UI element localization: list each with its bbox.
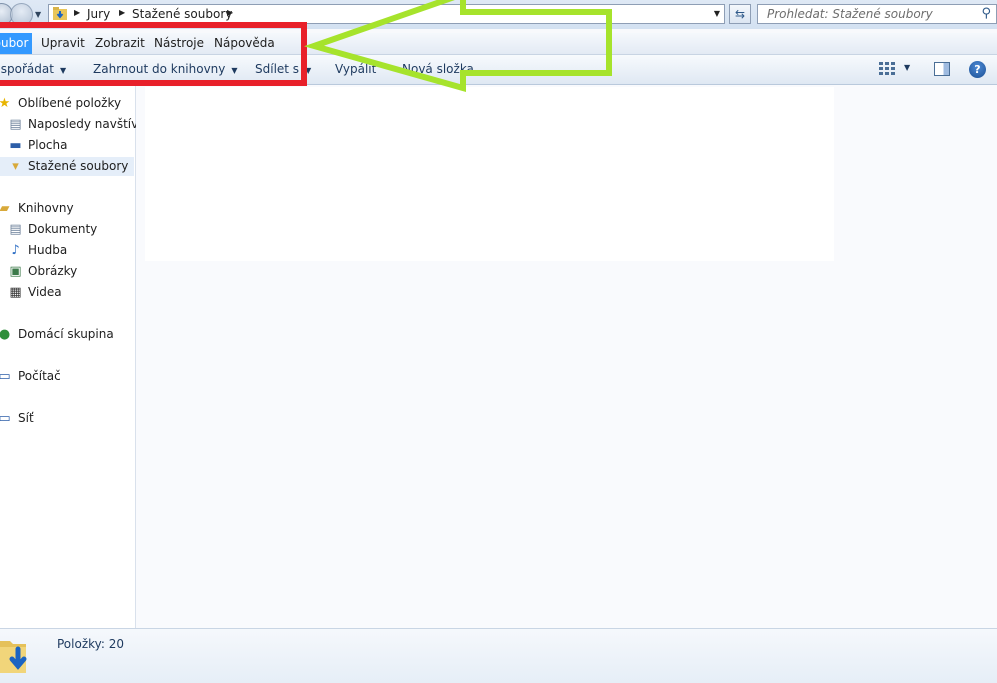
file-list-area[interactable] — [136, 85, 997, 628]
nav-videos-label: Videa — [28, 285, 62, 299]
star-icon: ★ — [0, 96, 11, 111]
network-icon: ▭ — [0, 411, 11, 426]
recent-places-icon: ▤ — [9, 117, 22, 132]
nav-documents[interactable]: ▤ Dokumenty — [0, 220, 135, 239]
nav-pictures-label: Obrázky — [28, 264, 78, 278]
nav-favorites-label: Oblíbené položky — [18, 96, 122, 110]
pictures-icon: ▣ — [9, 264, 22, 279]
nav-desktop[interactable]: ▬ Plocha — [0, 136, 135, 155]
libraries-icon: ▰ — [0, 201, 10, 216]
downloads-folder-icon — [0, 641, 27, 673]
recent-pages-dropdown-icon[interactable]: ▼ — [35, 10, 41, 19]
breadcrumb-downloads[interactable]: Stažené soubory — [132, 7, 232, 21]
breadcrumb-separator-icon[interactable]: ▶ — [227, 8, 233, 17]
annotation-highlight-box — [0, 22, 307, 86]
music-icon: ♪ — [11, 243, 20, 258]
nav-homegroup[interactable]: ● Domácí skupina — [0, 325, 135, 344]
nav-downloads[interactable]: ▾ Stažené soubory — [0, 157, 134, 176]
preview-pane-icon[interactable] — [934, 62, 950, 76]
refresh-icon: ⇆ — [734, 7, 746, 21]
nav-computer-label: Počítač — [18, 369, 61, 383]
navigation-pane: ★ Oblíbené položky ▤ Naposledy navštíven… — [0, 85, 161, 628]
nav-libraries-label: Knihovny — [18, 201, 74, 215]
nav-network[interactable]: ▭ Síť — [0, 409, 135, 428]
nav-desktop-label: Plocha — [28, 138, 68, 152]
homegroup-icon: ● — [0, 327, 11, 342]
nav-music[interactable]: ♪ Hudba — [0, 241, 135, 260]
nav-documents-label: Dokumenty — [28, 222, 98, 236]
annotation-arrow-icon — [304, 0, 612, 92]
nav-homegroup-label: Domácí skupina — [18, 327, 114, 341]
breadcrumb-separator-icon[interactable]: ▶ — [119, 8, 125, 17]
downloads-folder-icon: ▾ — [12, 159, 19, 174]
help-icon[interactable]: ? — [969, 61, 986, 78]
details-pane: Položky: 20 — [0, 628, 997, 683]
search-placeholder: Prohledat: Stažené soubory — [767, 7, 933, 21]
nav-music-label: Hudba — [28, 243, 68, 257]
nav-computer[interactable]: ▭ Počítač — [0, 367, 135, 386]
nav-downloads-label: Stažené soubory — [28, 159, 129, 173]
computer-icon: ▭ — [0, 369, 11, 384]
address-history-dropdown-icon[interactable]: ▼ — [714, 9, 720, 18]
breadcrumb-separator-icon[interactable]: ▶ — [74, 8, 80, 17]
nav-network-label: Síť — [18, 411, 34, 425]
search-icon[interactable]: ⚲ — [981, 6, 991, 21]
documents-icon: ▤ — [9, 222, 22, 237]
videos-icon: ▦ — [9, 285, 22, 300]
search-input[interactable]: Prohledat: Stažené soubory ⚲ — [757, 4, 997, 24]
nav-libraries[interactable]: ▰ Knihovny — [0, 199, 135, 218]
folder-download-icon — [53, 7, 67, 20]
breadcrumb-jury[interactable]: Jury — [87, 7, 110, 21]
nav-favorites[interactable]: ★ Oblíbené položky — [0, 94, 135, 113]
change-view-icon[interactable] — [879, 62, 895, 76]
refresh-button[interactable]: ⇆ — [729, 4, 751, 24]
nav-videos[interactable]: ▦ Videa — [0, 283, 135, 302]
items-count: Položky: 20 — [57, 637, 125, 651]
nav-recent-places[interactable]: ▤ Naposledy navštívené — [0, 115, 160, 134]
view-options-dropdown-icon[interactable]: ▼ — [904, 63, 910, 72]
file-list — [145, 87, 834, 261]
desktop-icon: ▬ — [9, 138, 22, 153]
nav-pictures[interactable]: ▣ Obrázky — [0, 262, 135, 281]
